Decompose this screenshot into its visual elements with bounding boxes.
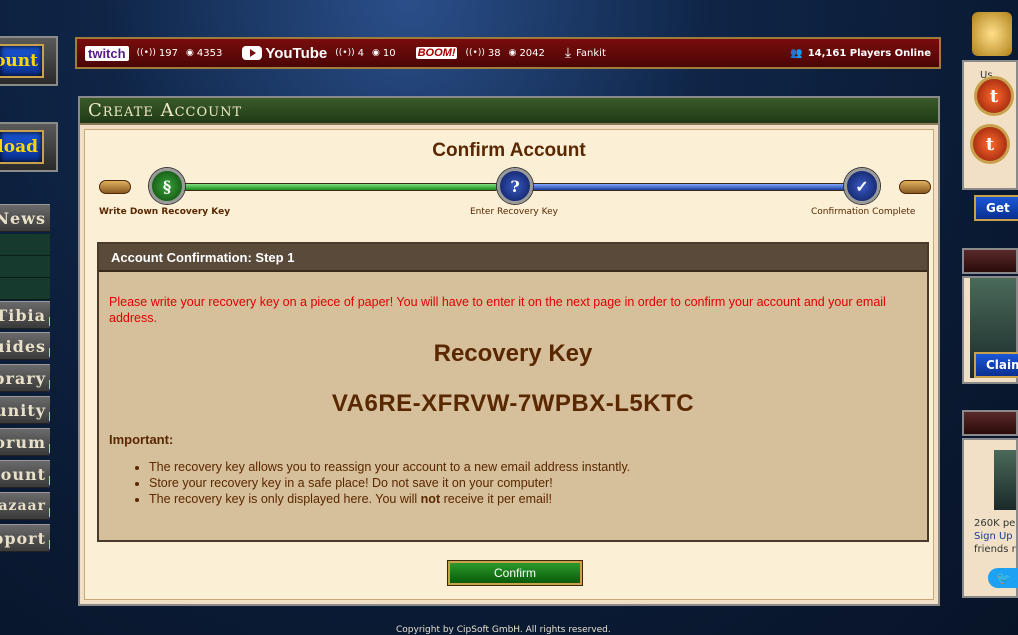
important-notes: The recovery key allows you to reassign … bbox=[109, 459, 917, 507]
claim-button[interactable]: Claim bbox=[974, 352, 1018, 378]
broadcast-icon: ((•)) bbox=[335, 48, 355, 58]
community-header bbox=[962, 410, 1018, 436]
left-navigation: Account Download News Tibia+ Guides+ Lib… bbox=[0, 0, 58, 635]
create-account-panel: Create Account Confirm Account § ? ✓ Wri… bbox=[78, 96, 940, 606]
plus-icon: + bbox=[49, 380, 50, 389]
eye-icon: ◉ bbox=[372, 48, 380, 58]
track-end-left bbox=[99, 180, 131, 194]
nav-item-library[interactable]: Library+ bbox=[0, 364, 50, 392]
broadcast-icon: ((•)) bbox=[136, 48, 156, 58]
confirm-button[interactable]: Confirm bbox=[447, 560, 583, 586]
panel-header: Create Account bbox=[80, 98, 938, 125]
note-item: Store your recovery key in a safe place!… bbox=[149, 475, 917, 491]
nav-item-char-bazaar[interactable]: Char Bazaar+ bbox=[0, 492, 50, 520]
rewards-header bbox=[962, 248, 1018, 274]
youtube-viewers: ((•)) 4 bbox=[335, 47, 364, 59]
get-coins-button[interactable]: Get bbox=[974, 195, 1018, 221]
confirmation-body: Please write your recovery key on a piec… bbox=[99, 272, 927, 507]
twitch-logo[interactable]: twitch bbox=[85, 45, 129, 61]
confirmation-box: Account Confirmation: Step 1 Please writ… bbox=[97, 242, 929, 542]
important-label: Important: bbox=[109, 432, 174, 447]
twitch-followers: ◉ 4353 bbox=[186, 47, 223, 59]
youtube-logo[interactable]: YouTube bbox=[265, 45, 327, 62]
coins-icon bbox=[972, 12, 1012, 56]
download-icon: ⤓ bbox=[564, 45, 572, 61]
plus-icon: + bbox=[49, 444, 50, 453]
right-sidebar: Us t t Get Claim 260K peo Sign Up f frie… bbox=[960, 0, 1018, 635]
key-icon: ? bbox=[497, 168, 533, 204]
page-title: Confirm Account bbox=[432, 140, 586, 161]
plus-icon: + bbox=[49, 476, 50, 485]
track-end-right bbox=[899, 180, 931, 194]
step-1-label: Write Down Recovery Key bbox=[99, 207, 231, 217]
twitch-widget[interactable]: twitch ((•)) 197 ◉ 4353 bbox=[85, 45, 230, 61]
nav-subitem[interactable] bbox=[0, 256, 50, 278]
community-image bbox=[994, 450, 1016, 510]
plus-icon: + bbox=[49, 540, 50, 549]
boom-widget[interactable]: BOOM! ((•)) 38 ◉ 2042 bbox=[415, 47, 553, 59]
plus-icon: + bbox=[49, 317, 50, 326]
youtube-followers: ◉ 10 bbox=[372, 47, 396, 59]
social-bar: twitch ((•)) 197 ◉ 4353 YouTube ((•)) 4 ◉ 10… bbox=[75, 37, 941, 69]
confirmation-box-title: Account Confirmation: Step 1 bbox=[99, 244, 927, 272]
broadcast-icon: ((•)) bbox=[465, 48, 485, 58]
nav-item-guides[interactable]: Guides+ bbox=[0, 332, 50, 360]
progress-track: § ? ✓ bbox=[99, 168, 931, 204]
plus-icon: + bbox=[49, 348, 50, 357]
step-3-label: Confirmation Complete bbox=[811, 207, 916, 217]
progress-remaining bbox=[519, 183, 849, 191]
nav-item-forum[interactable]: Forum+ bbox=[0, 428, 50, 456]
coin-panel: Us t t bbox=[962, 60, 1018, 190]
plus-icon: + bbox=[49, 508, 50, 517]
step-2-label: Enter Recovery Key bbox=[470, 207, 558, 217]
nav-item-tibia[interactable]: Tibia+ bbox=[0, 301, 50, 329]
nav-item-news[interactable]: News bbox=[0, 204, 50, 232]
eye-icon: ◉ bbox=[508, 48, 517, 58]
nav-item-account[interactable]: Account+ bbox=[0, 460, 50, 488]
boom-followers: ◉ 2042 bbox=[508, 47, 545, 59]
scroll-icon: § bbox=[149, 168, 185, 204]
twitter-icon[interactable]: 🐦 bbox=[988, 568, 1018, 588]
plus-icon: + bbox=[49, 412, 50, 421]
nav-item-community[interactable]: Community+ bbox=[0, 396, 50, 424]
youtube-play-icon bbox=[242, 46, 263, 60]
tibia-coin-icon: t bbox=[974, 76, 1014, 116]
fankit-link[interactable]: ⤓ Fankit bbox=[565, 45, 606, 61]
recovery-key-title: Recovery Key bbox=[433, 340, 593, 367]
copyright-footer: Copyright by CipSoft GmbH. All rights re… bbox=[396, 625, 611, 635]
boom-viewers: ((•)) 38 bbox=[465, 47, 501, 59]
download-button[interactable]: Download bbox=[0, 130, 44, 164]
nav-subitem[interactable] bbox=[0, 234, 50, 256]
players-online: 👥 14,161 Players Online bbox=[790, 47, 931, 59]
signup-link[interactable]: Sign Up f bbox=[974, 531, 1016, 542]
create-account-button[interactable]: Account bbox=[0, 44, 44, 78]
recovery-key-value: VA6RE-XFRVW-7WPBX-L5KTC bbox=[331, 390, 695, 417]
nav-item-support[interactable]: Support+ bbox=[0, 524, 50, 552]
eye-icon: ◉ bbox=[186, 48, 194, 58]
boom-logo[interactable]: BOOM! bbox=[415, 47, 458, 59]
checkmark-icon: ✓ bbox=[844, 168, 880, 204]
note-item: The recovery key is only displayed here.… bbox=[149, 491, 917, 507]
progress-complete bbox=[159, 183, 499, 191]
youtube-widget[interactable]: YouTube ((•)) 4 ◉ 10 bbox=[242, 45, 403, 62]
players-icon: 👥 bbox=[790, 47, 803, 59]
tibia-coin-icon: t bbox=[970, 124, 1010, 164]
note-item: The recovery key allows you to reassign … bbox=[149, 459, 917, 475]
nav-subitem[interactable] bbox=[0, 278, 50, 300]
warning-text: Please write your recovery key on a piec… bbox=[109, 295, 886, 325]
panel-content: Confirm Account § ? ✓ Write Down Recover… bbox=[84, 129, 934, 600]
twitch-viewers: ((•)) 197 bbox=[136, 47, 179, 59]
